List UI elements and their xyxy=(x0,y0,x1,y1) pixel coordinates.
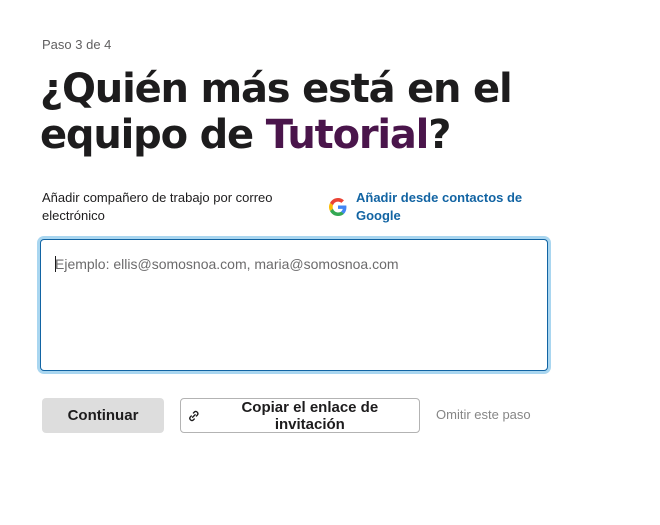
email-input-placeholder: Ejemplo: ellis@somosnoa.com, maria@somos… xyxy=(55,256,399,272)
copy-invite-link-label: Copiar el enlace de invitación xyxy=(241,398,379,433)
copy-invite-link-button[interactable]: Copiar el enlace de invitación xyxy=(180,398,420,433)
google-icon xyxy=(329,198,347,216)
add-from-google-label: Añadir desde contactos de Google xyxy=(356,190,523,223)
invite-step-page: Paso 3 de 4 ¿Quién más está en el equipo… xyxy=(0,0,660,525)
skip-step-link[interactable]: Omitir este paso xyxy=(436,407,531,422)
continue-button[interactable]: Continuar xyxy=(42,398,164,433)
title-line-1: ¿Quién más está en el xyxy=(40,66,513,112)
add-from-google-link[interactable]: Añadir desde contactos de Google xyxy=(329,189,526,225)
email-input[interactable]: Ejemplo: ellis@somosnoa.com, maria@somos… xyxy=(40,239,548,371)
title-line-2-prefix: equipo de xyxy=(40,112,266,158)
link-icon xyxy=(189,410,199,421)
page-title: ¿Quién más está en el equipo de Tutorial… xyxy=(40,66,640,158)
email-field-label: Añadir compañero de trabajo por correo e… xyxy=(42,190,273,223)
step-indicator: Paso 3 de 4 xyxy=(42,37,112,52)
team-name: Tutorial xyxy=(265,112,430,158)
title-line-2-suffix: ? xyxy=(428,112,451,158)
